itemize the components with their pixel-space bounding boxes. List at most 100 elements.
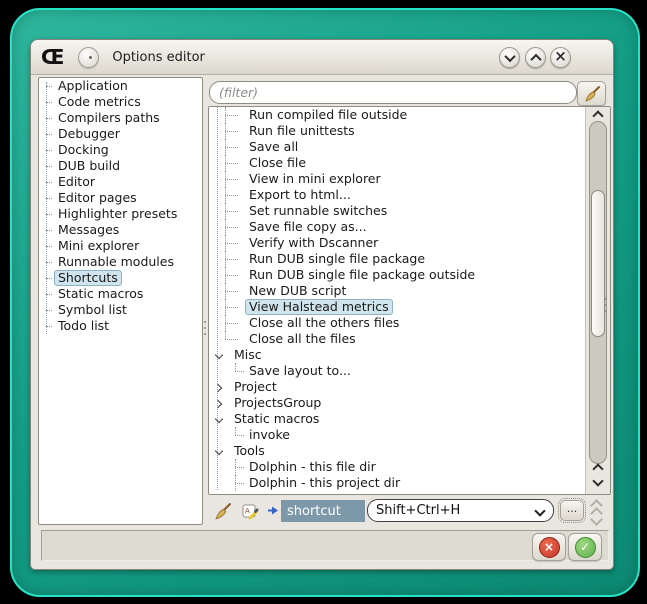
tree-item[interactable]: Run file unittests <box>209 123 610 139</box>
expander-icon[interactable] <box>215 351 223 359</box>
chevron-down-icon <box>504 50 515 61</box>
sidebar-item[interactable]: Application <box>39 78 202 94</box>
cancel-button[interactable]: × <box>532 533 566 561</box>
panel-splitter[interactable] <box>201 77 208 523</box>
maximize-button[interactable] <box>525 47 546 68</box>
property-editor: A shortcut Shift+Ctrl+H ... <box>208 497 609 525</box>
sidebar-item[interactable]: Highlighter presets <box>39 206 202 222</box>
sidebar-item-label: Todo list <box>54 318 113 334</box>
more-options-button[interactable]: ... <box>560 500 584 521</box>
scroll-up-icon[interactable] <box>592 463 603 474</box>
tree-item-label: View in mini explorer <box>245 171 385 187</box>
sidebar-item[interactable]: Mini explorer <box>39 238 202 254</box>
tree-item[interactable]: Run compiled file outside <box>209 107 610 123</box>
pin-button[interactable] <box>78 47 99 68</box>
sidebar-item[interactable]: Code metrics <box>39 94 202 110</box>
tree-item[interactable]: View in mini explorer <box>209 171 610 187</box>
reset-shortcut-button[interactable] <box>211 500 233 522</box>
tree-item[interactable]: ProjectsGroup <box>209 395 610 411</box>
tree-item[interactable]: View Halstead metrics <box>209 299 610 315</box>
clear-filter-button[interactable] <box>577 81 606 106</box>
options-editor-window: Œ Options editor × Application Code metr… <box>30 39 614 570</box>
tree-item[interactable]: New DUB script <box>209 283 610 299</box>
sidebar-item[interactable]: Messages <box>39 222 202 238</box>
tree-item-label: Set runnable switches <box>245 203 391 219</box>
tree-item-label: Tools <box>230 443 269 459</box>
sidebar-item-label: Application <box>54 78 132 94</box>
tree-item[interactable]: Close all the files <box>209 331 610 347</box>
sidebar-item[interactable]: Editor <box>39 174 202 190</box>
scroll-up-icon[interactable] <box>592 110 603 121</box>
tree-item-label: Run compiled file outside <box>245 107 411 123</box>
edit-shortcut-button[interactable]: A <box>239 500 261 522</box>
tree-item-label: View Halstead metrics <box>245 299 393 315</box>
tree-item[interactable]: Save layout to... <box>209 363 610 379</box>
accept-check-icon: ✓ <box>575 537 596 558</box>
tree-item[interactable]: Close file <box>209 155 610 171</box>
tree-item-label: Dolphin - this file dir <box>245 459 380 475</box>
tree-item[interactable]: Tools <box>209 443 610 459</box>
sidebar-item[interactable]: Compilers paths <box>39 110 202 126</box>
chevron-up-icon <box>530 53 541 64</box>
tree-item[interactable]: Misc <box>209 347 610 363</box>
tree-item-label: Dolphin - this project dir <box>245 475 404 491</box>
sidebar-item[interactable]: Symbol list <box>39 302 202 318</box>
sidebar-item[interactable]: DUB build <box>39 158 202 174</box>
sidebar-item-label: Highlighter presets <box>54 206 181 222</box>
sidebar-item[interactable]: Docking <box>39 142 202 158</box>
tree-item[interactable]: Run DUB single file package outside <box>209 267 610 283</box>
shortcuts-tree: Run compiled file outside Run file unitt… <box>208 106 611 495</box>
close-button[interactable]: × <box>550 47 571 68</box>
sidebar-item-label: Debugger <box>54 126 124 142</box>
tree-item[interactable]: Save all <box>209 139 610 155</box>
tree-item-label: Project <box>230 379 281 395</box>
selected-row-arrow-icon <box>267 505 279 516</box>
sidebar-item-label: Messages <box>54 222 123 238</box>
tree-item[interactable]: Verify with Dscanner <box>209 235 610 251</box>
svg-text:A: A <box>245 507 250 515</box>
window-decoration-frame: Œ Options editor × Application Code metr… <box>10 8 640 597</box>
sidebar-item[interactable]: Todo list <box>39 318 202 334</box>
tree-item[interactable]: Save file copy as... <box>209 219 610 235</box>
scrollbar-thumb[interactable] <box>591 190 605 337</box>
sidebar-item[interactable]: Runnable modules <box>39 254 202 270</box>
sidebar-item[interactable]: Shortcuts <box>39 270 202 286</box>
expander-icon[interactable] <box>215 447 223 455</box>
sidebar-item-label: Code metrics <box>54 94 145 110</box>
tree-item[interactable]: Set runnable switches <box>209 203 610 219</box>
sidebar-item-label: Symbol list <box>54 302 131 318</box>
filter-input[interactable] <box>209 81 577 104</box>
tree-item[interactable]: Run DUB single file package <box>209 251 610 267</box>
tree-item[interactable]: Dolphin - this file dir <box>209 459 610 475</box>
sidebar-item-label: Editor <box>54 174 99 190</box>
scroll-down-icon[interactable] <box>592 475 603 486</box>
sidebar-item[interactable]: Static macros <box>39 286 202 302</box>
sidebar-item[interactable]: Editor pages <box>39 190 202 206</box>
expander-icon[interactable] <box>214 400 222 408</box>
app-icon: Œ <box>41 40 64 74</box>
tree-item[interactable]: Static macros <box>209 411 610 427</box>
edge-grip[interactable] <box>604 298 608 314</box>
tree-item[interactable]: Export to html... <box>209 187 610 203</box>
sidebar-item[interactable]: Debugger <box>39 126 202 142</box>
scrollbar-track[interactable] <box>589 121 607 464</box>
tree-item[interactable]: Close all the others files <box>209 315 610 331</box>
shortcut-value-combobox[interactable]: Shift+Ctrl+H <box>367 499 554 522</box>
titlebar[interactable]: Œ Options editor × <box>31 40 613 75</box>
sidebar-item-label: Docking <box>54 142 113 158</box>
tree-item[interactable]: Project <box>209 379 610 395</box>
sidebar-item-label: DUB build <box>54 158 124 174</box>
status-bar <box>41 530 609 561</box>
broom-icon <box>213 502 232 521</box>
tree-item-label: Static macros <box>230 411 323 427</box>
accept-button[interactable]: ✓ <box>568 533 602 561</box>
tree-item-label: Verify with Dscanner <box>245 235 382 251</box>
minimize-button[interactable] <box>499 47 520 68</box>
sidebar-item-label: Shortcuts <box>54 270 122 286</box>
expander-icon[interactable] <box>214 384 222 392</box>
property-name-cell[interactable]: shortcut <box>281 500 365 522</box>
expander-icon[interactable] <box>215 415 223 423</box>
tree-item[interactable]: Dolphin - this project dir <box>209 475 610 491</box>
tree-item[interactable]: invoke <box>209 427 610 443</box>
tree-item-label: New DUB script <box>245 283 350 299</box>
